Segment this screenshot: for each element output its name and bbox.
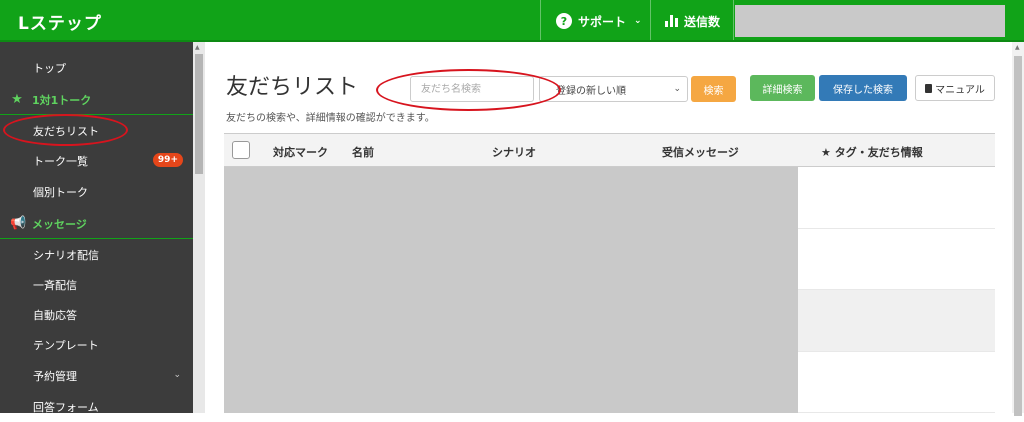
sidebar-item-label: 予約管理 [33,370,77,383]
manual-button-label: マニュアル [935,84,985,96]
redacted-account-area [735,5,1005,37]
select-all-checkbox[interactable] [232,141,250,159]
send-count-link[interactable]: 送信数 [665,11,720,31]
scroll-up-icon[interactable]: ▲ [1015,44,1020,51]
support-menu[interactable]: ? サポート ⌄ [556,11,642,31]
top-bar: Lステップ ? サポート ⌄ 送信数 [0,0,1024,42]
sidebar-item-label: トーク一覧 [33,155,88,168]
chevron-down-icon: ⌄ [173,370,181,380]
column-header-mark[interactable]: 対応マーク [273,144,328,160]
star-icon: ★ [11,92,23,107]
column-header-tags[interactable]: ★ タグ・友だち情報 [821,144,923,160]
detail-search-button[interactable]: 詳細検索 [750,75,815,101]
sidebar-item-scenario-delivery[interactable]: シナリオ配信 [0,240,193,270]
sidebar-item-label: テンプレート [33,339,99,352]
sort-order-value: 登録の新しい順 [556,85,626,97]
sidebar-item-label: トップ [33,62,66,75]
topbar-divider [540,0,541,40]
sidebar-item-label: シナリオ配信 [33,249,99,262]
column-header-scenario[interactable]: シナリオ [492,144,536,160]
chevron-down-icon: ⌄ [673,84,681,94]
chevron-down-icon: ⌄ [634,16,642,26]
redacted-table-content [224,167,798,413]
sidebar-item-reservation[interactable]: 予約管理 ⌄ [0,361,193,391]
sidebar-item-broadcast[interactable]: 一斉配信 [0,270,193,300]
sidebar-item-template[interactable]: テンプレート [0,330,193,360]
bar-chart-icon [665,15,678,27]
sidebar-section-message[interactable]: 📢 メッセージ [0,209,193,239]
question-icon: ? [556,13,572,29]
annotation-ellipse [3,114,128,146]
unread-count-badge: 99+ [152,153,183,167]
sidebar-item-answer-form[interactable]: 回答フォーム [0,392,193,422]
sidebar-item-talk-list[interactable]: トーク一覧 99+ [0,146,193,176]
sidebar-section-label: メッセージ [32,217,87,231]
scrollbar-thumb[interactable] [1014,56,1022,416]
sidebar-section-label: 1対1トーク [32,93,92,107]
page-title: 友だちリスト [226,75,359,100]
sidebar: トップ ★ 1対1トーク 友だちリスト トーク一覧 99+ 個別トーク 📢 メッ… [0,42,193,414]
topbar-divider [733,0,734,40]
sort-order-select[interactable]: 登録の新しい順 ⌄ [539,76,688,102]
sidebar-item-label: 自動応答 [33,309,77,322]
manual-button[interactable]: マニュアル [915,75,995,101]
friend-table-header: 対応マーク 名前 シナリオ 受信メッセージ ★ タグ・友だち情報 [224,133,995,167]
sidebar-scrollbar[interactable]: ▲ [193,42,205,413]
support-label: サポート [578,14,627,29]
sidebar-item-individual-talk[interactable]: 個別トーク [0,177,193,207]
sidebar-section-one-to-one-talk[interactable]: ★ 1対1トーク [0,85,193,115]
saved-search-button[interactable]: 保存した検索 [819,75,907,101]
column-header-received-message[interactable]: 受信メッセージ [662,144,739,160]
sidebar-item-label: 一斉配信 [33,279,77,292]
sidebar-item-auto-reply[interactable]: 自動応答 [0,300,193,330]
page-subtitle: 友だちの検索や、詳細情報の確認ができます。 [226,113,435,124]
page-scrollbar[interactable]: ▲ [1012,42,1024,416]
scroll-up-icon[interactable]: ▲ [195,44,200,51]
brand-logo[interactable]: Lステップ [18,9,102,34]
sidebar-item-label: 個別トーク [33,186,88,199]
column-header-name[interactable]: 名前 [352,144,374,160]
megaphone-icon: 📢 [10,216,27,231]
scrollbar-thumb[interactable] [195,54,203,174]
search-button[interactable]: 検索 [691,76,736,102]
send-count-label: 送信数 [684,14,721,29]
book-icon [925,83,933,93]
topbar-divider [650,0,651,40]
sidebar-item-top[interactable]: トップ [0,53,193,83]
annotation-ellipse [376,69,561,111]
